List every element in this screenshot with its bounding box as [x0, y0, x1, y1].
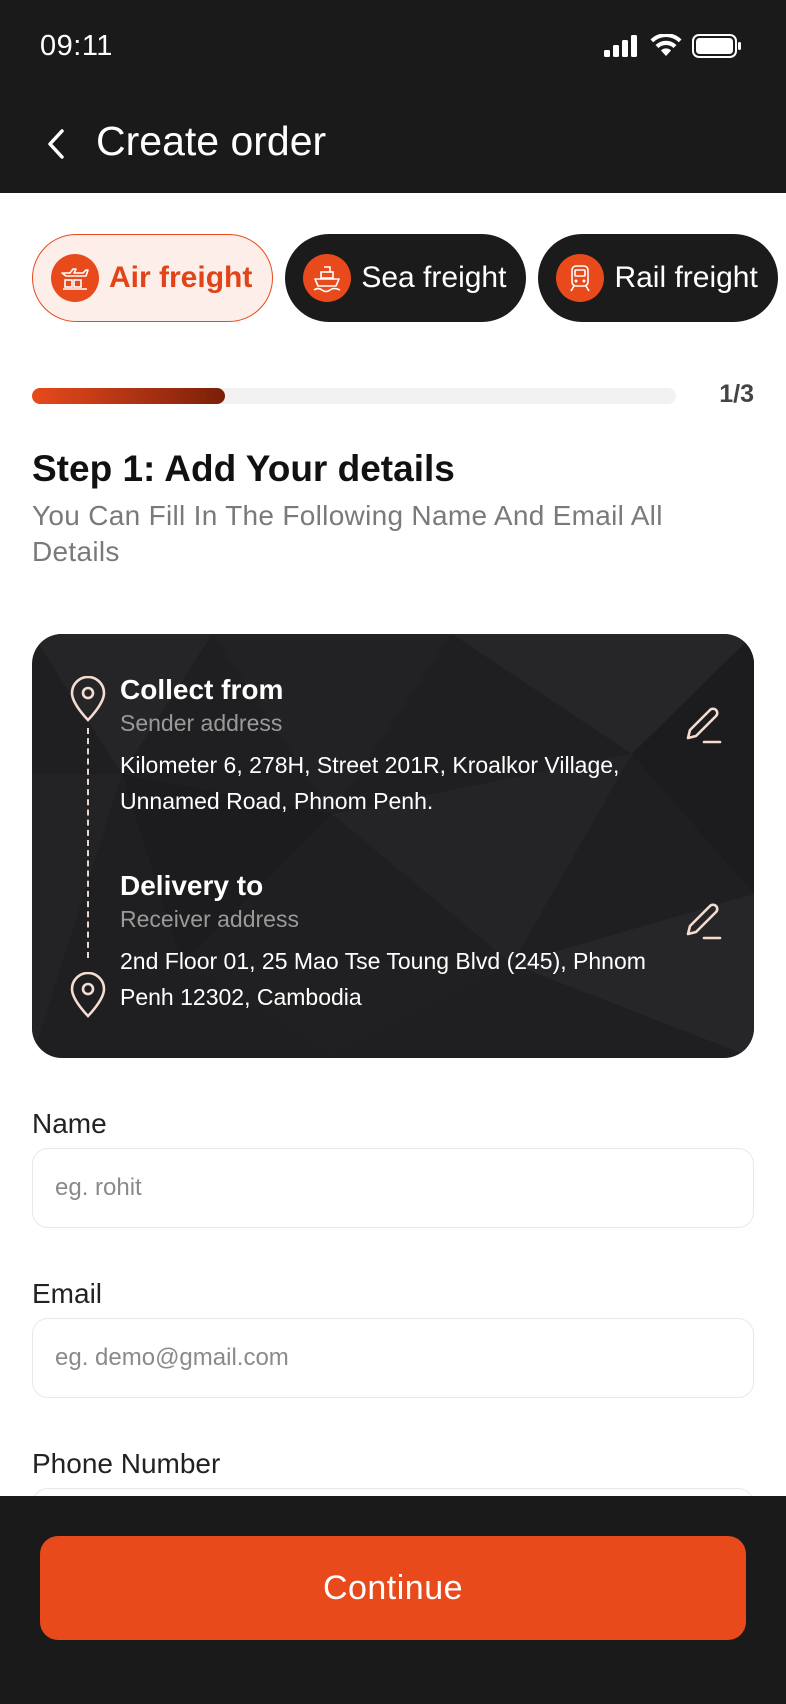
tab-label: Air freight [109, 261, 253, 294]
email-field [32, 1318, 754, 1398]
step-progress-bar [32, 388, 676, 404]
sender-address-label: Sender address [120, 710, 283, 736]
email-input[interactable] [33, 1319, 753, 1397]
edit-sender-address-icon[interactable] [682, 704, 724, 746]
name-field [32, 1148, 754, 1228]
cellular-signal-icon [604, 35, 637, 57]
edit-receiver-address-icon[interactable] [682, 900, 724, 942]
step-progress-text: 1/3 [719, 380, 754, 408]
tab-air-freight[interactable]: Air freight [32, 234, 274, 322]
collect-from-heading: Collect from [120, 674, 284, 705]
continue-button[interactable]: Continue [40, 1536, 746, 1640]
freight-type-tabs: Air freight Sea freight Rail freight [32, 234, 786, 324]
delivery-location-pin-icon [70, 972, 106, 1018]
chevron-left-icon [48, 129, 64, 159]
name-label: Name [32, 1108, 107, 1139]
tab-label: Sea freight [361, 261, 507, 294]
sender-address-text: Kilometer 6, 278H, Street 201R, Kroalkor… [120, 752, 620, 814]
app-header: 09:11 Create order [0, 0, 786, 193]
step-subtitle: You Can Fill In The Following Name And E… [32, 500, 663, 567]
battery-icon [692, 34, 741, 58]
step-progress-fill [32, 388, 226, 404]
tab-rail-freight[interactable]: Rail freight [538, 234, 778, 322]
airplane-cargo-icon [51, 254, 99, 302]
back-button[interactable] [36, 118, 76, 170]
tab-sea-freight[interactable]: Sea freight [285, 234, 527, 322]
delivery-to-section: Delivery to Receiver address 2nd Floor 0… [120, 870, 680, 1015]
step-title: Step 1: Add Your details [32, 448, 455, 489]
receiver-address-label: Receiver address [120, 906, 299, 932]
train-icon [556, 254, 605, 302]
name-input[interactable] [33, 1149, 753, 1227]
pickup-location-pin-icon [70, 676, 106, 722]
route-dashed-line [87, 728, 89, 958]
address-card: Collect from Sender address Kilometer 6,… [32, 634, 754, 1058]
bottom-action-bar: Continue [0, 1496, 786, 1704]
status-time: 09:11 [40, 30, 113, 62]
phone-number-label: Phone Number [32, 1448, 221, 1479]
receiver-address-text: 2nd Floor 01, 25 Mao Tse Toung Blvd (245… [120, 948, 646, 1010]
ship-icon [303, 254, 352, 302]
email-label: Email [32, 1278, 103, 1309]
page-title: Create order [96, 118, 327, 164]
tab-label: Rail freight [614, 261, 758, 294]
wifi-icon [650, 34, 682, 56]
delivery-to-heading: Delivery to [120, 870, 264, 901]
status-icons [604, 34, 742, 58]
collect-from-section: Collect from Sender address Kilometer 6,… [120, 674, 680, 819]
